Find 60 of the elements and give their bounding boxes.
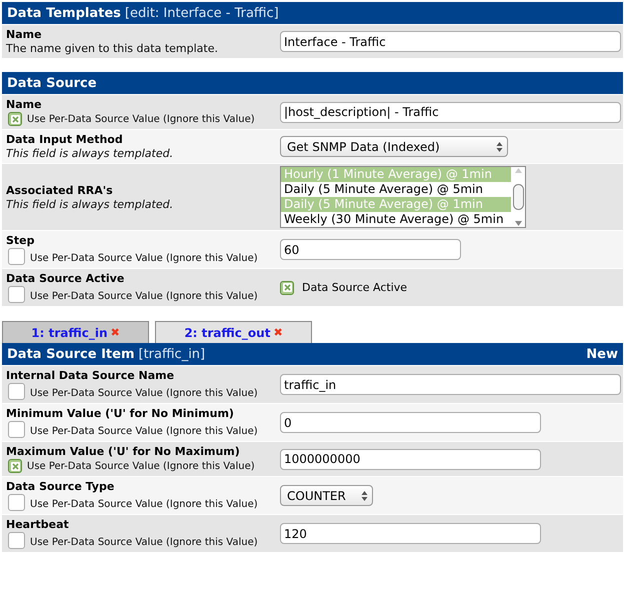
field-description: The name given to this data template. [6, 42, 219, 55]
header-title: Data Source [7, 76, 97, 90]
checkbox[interactable] [8, 421, 25, 438]
field-label: Data Source Type [6, 480, 116, 493]
checkbox-label: Use Per-Data Source Value (Ignore this Value) [30, 291, 258, 303]
text-field[interactable]: 120 [280, 523, 541, 544]
field-label: Maximum Value ('U' for No Maximum) [6, 445, 241, 458]
tab-label: 2: traffic_out [184, 326, 270, 340]
scrollbar[interactable] [511, 167, 525, 227]
checkbox-label: Use Per-Data Source Value (Ignore this Value) [30, 499, 258, 511]
text-field[interactable]: |host_description| - Traffic [280, 102, 621, 122]
checkbox[interactable] [8, 248, 25, 265]
text-field[interactable]: 60 [280, 239, 461, 260]
field-label: Internal Data Source Name [6, 369, 176, 382]
tab-label: 1: traffic_in [31, 326, 108, 340]
updown-arrows-icon [361, 490, 368, 502]
tab[interactable]: 1: traffic_in ✖ [2, 321, 149, 343]
checkbox[interactable] [280, 280, 294, 294]
field-label: Minimum Value ('U' for No Minimum) [6, 407, 235, 420]
field-description: This field is always templated. [6, 147, 174, 160]
dropdown[interactable]: COUNTER [280, 485, 373, 506]
text-field[interactable]: 0 [280, 412, 541, 433]
field-description: This field is always templated. [6, 198, 174, 210]
checkbox-label: Use Per-Data Source Value (Ignore this Value) [30, 537, 258, 549]
checkbox-label: Use Per-Data Source Value (Ignore this Value) [27, 114, 255, 126]
field-label: Data Source Active [6, 272, 126, 285]
header-subtitle: [edit: Interface - Traffic] [124, 6, 280, 20]
text-field[interactable]: 1000000000 [280, 448, 541, 470]
check-x-icon [10, 114, 20, 124]
checkbox[interactable] [8, 494, 25, 511]
up-arrow-icon [514, 168, 522, 173]
tab[interactable]: 2: traffic_out ✖ [155, 321, 312, 343]
field-label: Data Input Method [6, 133, 124, 146]
checkbox-label: Use Per-Data Source Value (Ignore this Value) [27, 461, 255, 473]
text-field[interactable]: traffic_in [280, 374, 621, 395]
checkbox-label: Data Source Active [302, 281, 408, 294]
field-label: Name [6, 98, 43, 111]
check-x-icon [10, 462, 20, 470]
checkbox[interactable] [8, 112, 22, 126]
checkbox[interactable] [8, 286, 25, 303]
header-title: Data Templates [7, 6, 121, 20]
down-arrow-icon [514, 221, 522, 226]
checkbox-label: Use Per-Data Source Value (Ignore this Value) [30, 388, 258, 400]
checkbox-label: Use Per-Data Source Value (Ignore this Value) [30, 426, 258, 438]
dropdown[interactable]: Get SNMP Data (Indexed) [280, 136, 508, 157]
checkbox[interactable] [8, 459, 22, 473]
new-link[interactable]: New [586, 346, 618, 362]
checkbox[interactable] [8, 383, 25, 400]
updown-arrows-icon [496, 140, 503, 152]
list-box[interactable]: Hourly (1 Minute Average) @ 1min Daily (5 Minute Average) @ 5min Daily (5 Minute Average) @ 1min Weekly (30 Minute Average) @ 5min [280, 166, 526, 228]
checkbox[interactable] [8, 532, 25, 549]
check-x-icon [282, 283, 292, 292]
field-label: Heartbeat [6, 518, 70, 531]
field-label: Name [6, 28, 43, 41]
header-title: Data Source Item [7, 346, 134, 362]
checkbox-label: Use Per-Data Source Value (Ignore this Value) [30, 253, 258, 265]
field-label: Step [6, 234, 36, 247]
field-label: Associated RRA's [6, 184, 114, 196]
header-subtitle: [traffic_in] [138, 346, 206, 362]
text-field[interactable]: Interface - Traffic [280, 31, 621, 52]
